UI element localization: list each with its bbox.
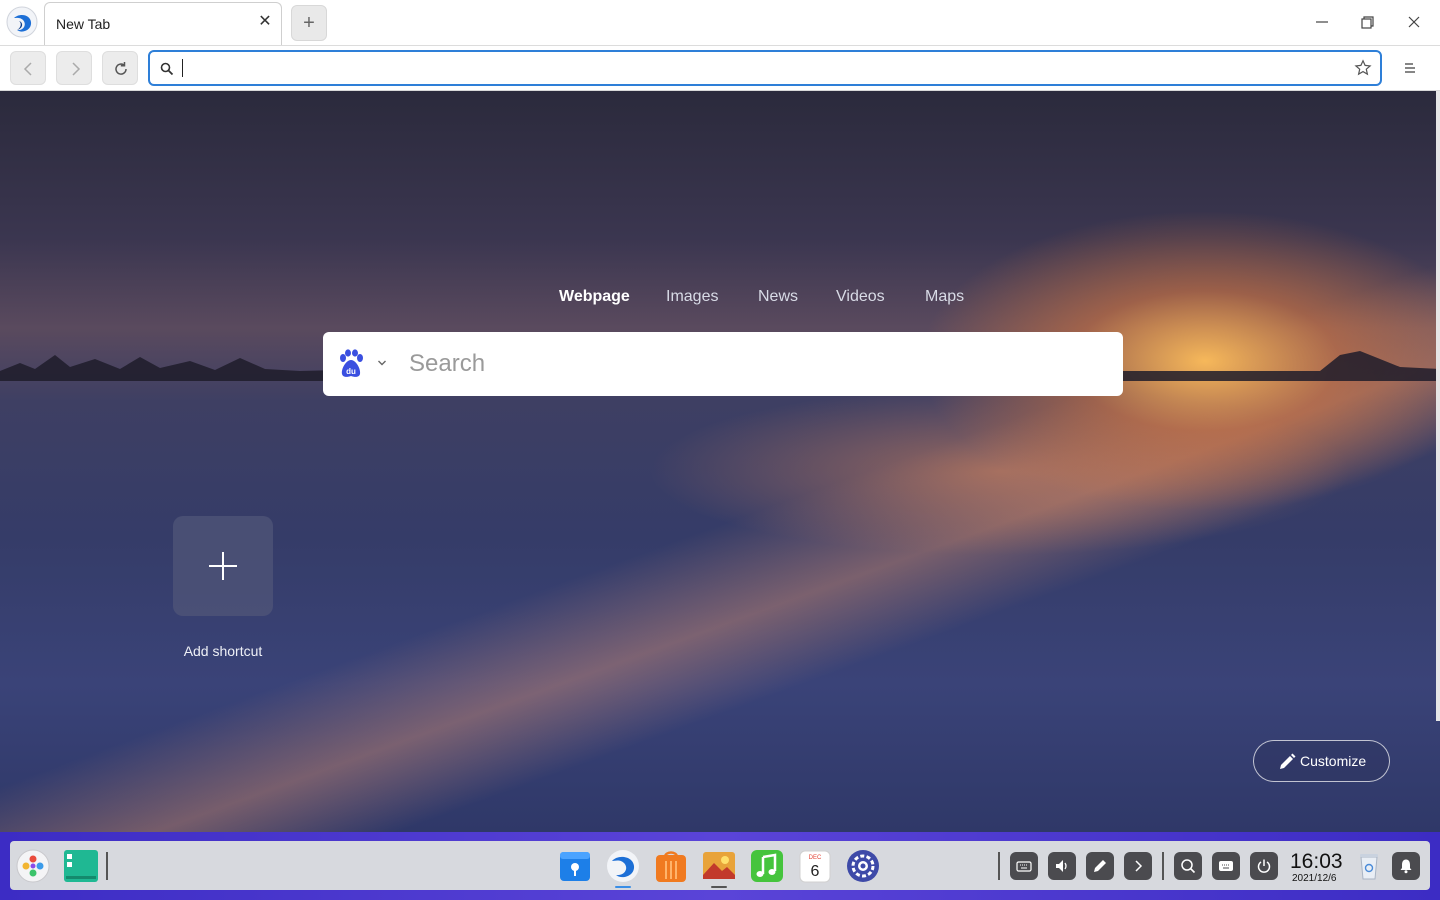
power-icon <box>1257 859 1271 873</box>
app-store-icon[interactable] <box>654 849 688 883</box>
forward-button[interactable] <box>56 51 92 85</box>
search-box: du <box>323 332 1123 396</box>
tab-webpage[interactable]: Webpage <box>559 288 630 306</box>
reload-icon <box>115 62 127 75</box>
keyboard-layout-button[interactable] <box>1212 852 1240 880</box>
taskbar-separator <box>1162 852 1164 880</box>
browser-taskbar-icon[interactable] <box>606 849 640 883</box>
back-button[interactable] <box>10 51 46 85</box>
title-bar: New Tab ✕ + <box>0 0 1440 46</box>
tab-new-tab[interactable]: New Tab ✕ <box>44 2 282 45</box>
launcher-icon[interactable] <box>16 849 50 883</box>
trash-icon[interactable] <box>1352 849 1386 883</box>
clock-time[interactable]: 16:03 <box>1290 850 1343 874</box>
taskbar-separator <box>106 852 108 880</box>
new-tab-button[interactable]: + <box>291 5 327 41</box>
active-app-indicator <box>615 886 631 888</box>
open-app-indicator <box>711 886 727 888</box>
taskbar-separator <box>998 852 1000 880</box>
music-player-icon[interactable] <box>750 849 784 883</box>
back-arrow-icon <box>23 62 32 76</box>
browser-logo-icon <box>6 6 38 38</box>
calendar-day: 6 <box>811 863 820 880</box>
keyboard-icon <box>1016 861 1032 872</box>
reload-button[interactable] <box>102 51 138 85</box>
expand-tray-button[interactable] <box>1124 852 1152 880</box>
new-tab-page: Webpage Images News Videos Maps du Add s… <box>0 91 1440 832</box>
taskbar: DEC 6 16:03 2021/12/6 <box>10 841 1430 890</box>
power-button[interactable] <box>1250 852 1278 880</box>
pencil-icon <box>1280 753 1296 769</box>
chevron-right-icon <box>1135 860 1143 872</box>
file-manager-icon[interactable] <box>558 849 592 883</box>
customize-label: Customize <box>1300 753 1367 769</box>
search-category-tabs: Webpage Images News Videos Maps <box>540 288 1000 312</box>
text-caret <box>182 59 183 77</box>
address-input[interactable] <box>180 58 1330 78</box>
pen-icon <box>1094 860 1106 872</box>
add-shortcut-label: Add shortcut <box>183 643 263 659</box>
multitask-view-icon[interactable] <box>64 849 98 883</box>
svg-text:du: du <box>346 367 356 376</box>
add-shortcut-button[interactable] <box>173 516 273 616</box>
calendar-month: DEC <box>809 855 822 861</box>
address-bar[interactable] <box>148 50 1382 86</box>
tab-videos[interactable]: Videos <box>836 288 885 306</box>
forward-arrow-icon <box>72 62 81 76</box>
customize-button[interactable]: Customize <box>1253 740 1390 782</box>
bell-icon <box>1400 859 1412 874</box>
restore-icon[interactable] <box>1355 10 1379 34</box>
navigation-toolbar <box>0 46 1440 91</box>
minimize-icon[interactable] <box>1310 10 1334 34</box>
notification-button[interactable] <box>1392 852 1420 880</box>
onscreen-keyboard-button[interactable] <box>1010 852 1038 880</box>
tab-close-icon[interactable]: ✕ <box>257 14 273 30</box>
volume-button[interactable] <box>1048 852 1076 880</box>
close-window-icon[interactable] <box>1402 10 1426 34</box>
volume-icon <box>1056 860 1067 872</box>
global-search-button[interactable] <box>1174 852 1202 880</box>
tab-images[interactable]: Images <box>666 288 718 306</box>
tab-title: New Tab <box>56 16 111 32</box>
page-scrollbar[interactable] <box>1436 91 1440 721</box>
keyboard-layout-icon <box>1219 861 1233 871</box>
magnifier-icon <box>1181 859 1196 874</box>
clock-date: 2021/12/6 <box>1292 873 1337 884</box>
calendar-icon[interactable]: DEC 6 <box>798 849 832 883</box>
control-center-icon[interactable] <box>846 849 880 883</box>
plus-icon <box>209 552 237 580</box>
chevron-down-icon[interactable] <box>377 359 387 367</box>
search-input[interactable] <box>409 344 1099 384</box>
stylus-button[interactable] <box>1086 852 1114 880</box>
tab-maps[interactable]: Maps <box>925 288 964 306</box>
menu-icon[interactable] <box>1400 58 1420 78</box>
baidu-paw-icon[interactable]: du <box>337 349 365 379</box>
search-icon <box>160 62 174 76</box>
bookmark-star-icon[interactable] <box>1354 59 1372 77</box>
tab-news[interactable]: News <box>758 288 798 306</box>
image-viewer-icon[interactable] <box>702 849 736 883</box>
